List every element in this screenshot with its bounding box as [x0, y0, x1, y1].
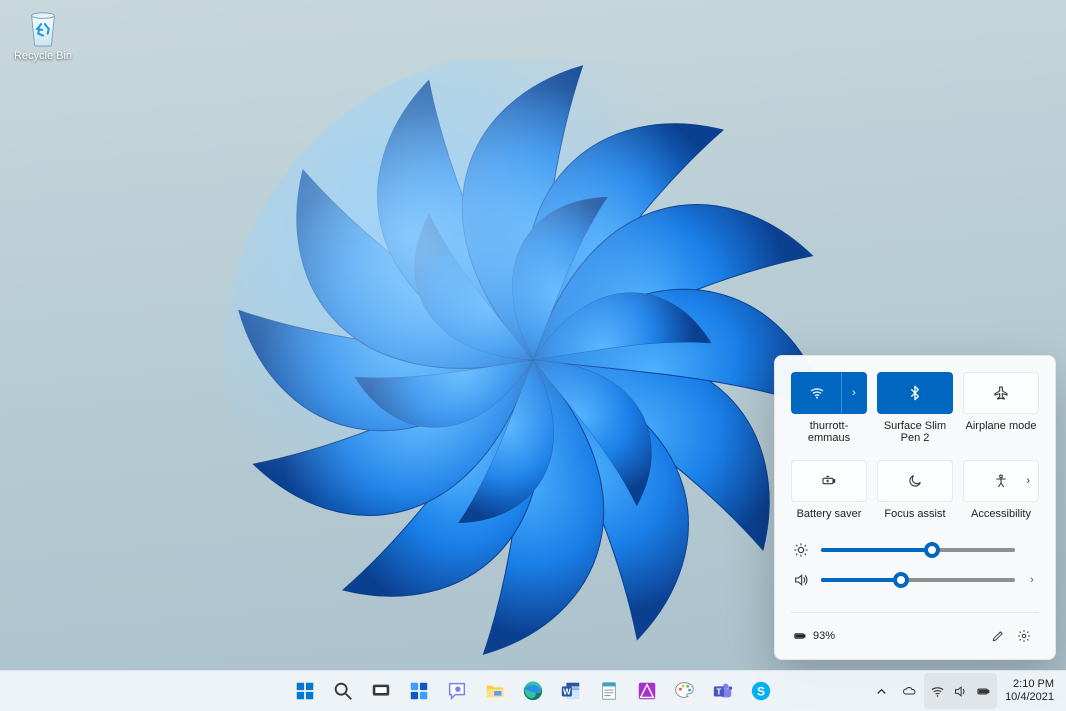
qs-accessibility-toggle[interactable]: ›: [963, 460, 1039, 502]
qs-battery-saver-toggle[interactable]: [791, 460, 867, 502]
taskbar: W T: [0, 670, 1066, 711]
quick-settings-grid: › thurrott-emmaus Surface Slim Pen 2 Air…: [791, 372, 1039, 520]
affinity-button[interactable]: [629, 673, 665, 709]
search-button[interactable]: [325, 673, 361, 709]
file-explorer-icon: [484, 680, 506, 702]
battery-icon: [793, 629, 807, 643]
teams-icon: T: [712, 680, 734, 702]
qs-airplane-label: Airplane mode: [966, 420, 1037, 432]
paint-button[interactable]: [667, 673, 703, 709]
task-view-button[interactable]: [363, 673, 399, 709]
word-button[interactable]: W: [553, 673, 589, 709]
volume-slider[interactable]: [821, 578, 1015, 582]
teams-button[interactable]: T: [705, 673, 741, 709]
accessibility-icon: [993, 473, 1009, 489]
battery-saver-icon: [821, 473, 837, 489]
network-volume-battery-tray[interactable]: [924, 673, 997, 709]
qs-bluetooth-toggle[interactable]: [877, 372, 953, 414]
start-button[interactable]: [287, 673, 323, 709]
windows-start-icon: [294, 680, 316, 702]
volume-tray-icon: [953, 684, 968, 699]
brightness-slider[interactable]: [821, 548, 1015, 552]
airplane-icon: [993, 385, 1009, 401]
svg-text:W: W: [563, 688, 571, 697]
qs-wifi-tile: ›: [791, 372, 867, 414]
search-icon: [332, 680, 354, 702]
file-explorer-button[interactable]: [477, 673, 513, 709]
notepad-button[interactable]: [591, 673, 627, 709]
tray-overflow-button[interactable]: [868, 673, 894, 709]
battery-percentage: 93%: [813, 630, 835, 642]
focus-assist-icon: [907, 473, 923, 489]
recycle-bin-icon: [24, 6, 62, 48]
gear-icon: [1017, 629, 1031, 643]
bluetooth-icon: [907, 385, 923, 401]
battery-tray-icon: [976, 684, 991, 699]
paint-icon: [674, 680, 696, 702]
quick-settings-panel: › thurrott-emmaus Surface Slim Pen 2 Air…: [774, 355, 1056, 660]
skype-button[interactable]: S: [743, 673, 779, 709]
clock-date: 10/4/2021: [1005, 691, 1054, 704]
brightness-icon: [793, 542, 809, 558]
clock-time: 2:10 PM: [1005, 678, 1054, 691]
qs-focus-assist-label: Focus assist: [884, 508, 945, 520]
qs-airplane-toggle[interactable]: [963, 372, 1039, 414]
edit-quick-settings-button[interactable]: [985, 623, 1011, 649]
skype-icon: S: [750, 680, 772, 702]
volume-expand[interactable]: ›: [1027, 574, 1037, 586]
word-icon: W: [560, 680, 582, 702]
volume-icon: [793, 572, 809, 588]
qs-bluetooth-label: Surface Slim Pen 2: [877, 420, 953, 444]
chevron-right-icon: ›: [1026, 476, 1030, 487]
svg-text:S: S: [757, 685, 765, 699]
taskbar-clock[interactable]: 2:10 PM 10/4/2021: [999, 678, 1060, 704]
onedrive-tray[interactable]: [896, 673, 922, 709]
chat-icon: [446, 680, 468, 702]
edge-icon: [522, 680, 544, 702]
qs-wifi-expand[interactable]: ›: [841, 372, 867, 414]
wifi-tray-icon: [930, 684, 945, 699]
quick-settings-footer: 93%: [791, 612, 1039, 659]
edge-button[interactable]: [515, 673, 551, 709]
svg-text:T: T: [716, 688, 721, 697]
widgets-button[interactable]: [401, 673, 437, 709]
qs-accessibility-label: Accessibility: [971, 508, 1031, 520]
recycle-bin-label: Recycle Bin: [14, 50, 72, 62]
notepad-icon: [598, 680, 620, 702]
taskbar-right: 2:10 PM 10/4/2021: [868, 671, 1066, 711]
recycle-bin[interactable]: Recycle Bin: [8, 6, 78, 62]
qs-wifi-label: thurrott-emmaus: [791, 420, 867, 444]
task-view-icon: [370, 680, 392, 702]
wifi-icon: [809, 385, 825, 401]
quick-settings-sliders: ›: [791, 542, 1039, 612]
affinity-icon: [636, 680, 658, 702]
chat-button[interactable]: [439, 673, 475, 709]
pencil-icon: [991, 629, 1005, 643]
qs-wifi-toggle[interactable]: [791, 372, 841, 414]
chevron-up-icon: [874, 684, 889, 699]
onedrive-icon: [902, 684, 917, 699]
widgets-icon: [408, 680, 430, 702]
qs-focus-assist-toggle[interactable]: [877, 460, 953, 502]
settings-button[interactable]: [1011, 623, 1037, 649]
qs-battery-saver-label: Battery saver: [797, 508, 862, 520]
taskbar-center: W T: [287, 671, 779, 711]
